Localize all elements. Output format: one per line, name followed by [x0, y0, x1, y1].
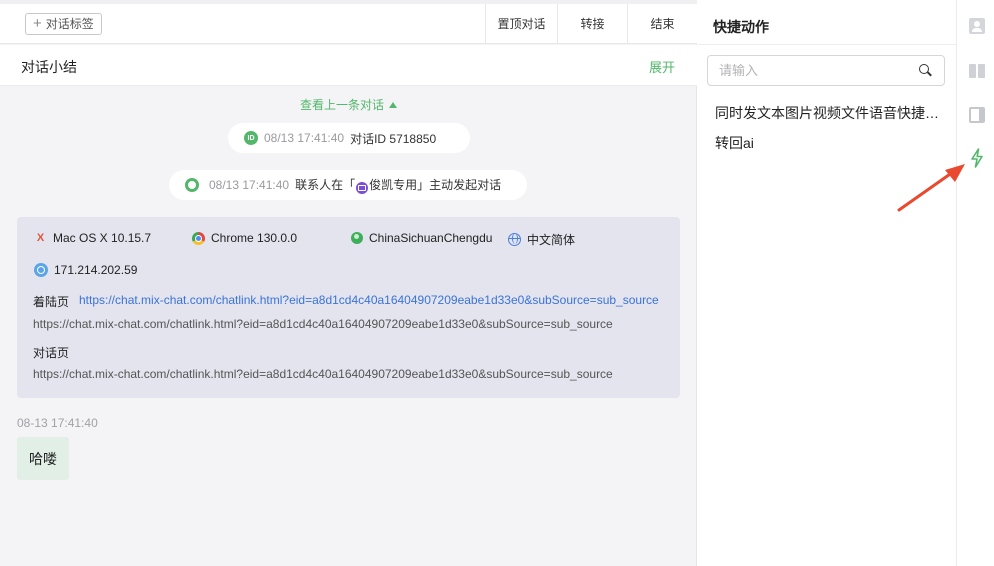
- end-conversation-button[interactable]: 结束: [627, 4, 697, 44]
- system-message-prefix: 联系人在「: [295, 178, 356, 192]
- visitor-browser: Chrome 130.0.0: [192, 231, 297, 245]
- chat-page-label: 对话页: [33, 346, 70, 360]
- channel-icon: [356, 182, 369, 194]
- knowledge-book-icon[interactable]: [969, 63, 985, 79]
- transfer-button[interactable]: 转接: [557, 4, 627, 44]
- quick-actions-panel: 快捷动作 同时发文本图片视频文件语音快捷动作 转回ai: [698, 0, 957, 566]
- landing-page-link[interactable]: https://chat.mix-chat.com/chatlink.html?…: [79, 293, 663, 307]
- summary-expand-link[interactable]: 展开: [649, 57, 675, 76]
- status-ring-icon: [185, 178, 199, 192]
- plus-icon: +: [33, 15, 42, 32]
- quick-actions-title: 快捷动作: [713, 19, 769, 35]
- contact-card-icon[interactable]: [969, 18, 985, 34]
- conversation-summary: 对话小结 展开: [0, 45, 697, 86]
- quick-action-item[interactable]: 同时发文本图片视频文件语音快捷动作: [715, 103, 943, 123]
- side-panel-icon[interactable]: [969, 107, 985, 123]
- system-message-contact-initiated: 08/13 17:41:40 联系人在「 俊凯专用」主动发起对话: [169, 170, 527, 200]
- id-icon: ID: [244, 131, 258, 145]
- system-message-text: 联系人在「 俊凯专用」主动发起对话: [295, 176, 501, 194]
- toolbar-actions: 置顶对话 转接 结束: [485, 4, 697, 44]
- language-value: 中文简体: [527, 233, 576, 247]
- system-message-time: 08/13 17:41:40: [264, 131, 345, 145]
- conversation-toolbar: + 对话标签 置顶对话 转接 结束: [0, 0, 697, 44]
- view-previous-conversation-link[interactable]: 查看上一条对话: [0, 96, 697, 113]
- landing-page-url: https://chat.mix-chat.com/chatlink.html?…: [33, 317, 613, 331]
- divider: [698, 44, 957, 45]
- location-value: ChinaSichuanChengdu: [369, 231, 493, 245]
- annotation-arrow: [897, 164, 965, 212]
- chrome-icon: [192, 231, 205, 245]
- system-message-text: 对话ID 5718850: [350, 131, 437, 146]
- search-icon[interactable]: [919, 64, 932, 77]
- visitor-location: ChinaSichuanChengdu: [351, 231, 492, 245]
- quick-action-item[interactable]: 转回ai: [715, 133, 943, 153]
- conversation-panel: + 对话标签 置顶对话 转接 结束 对话小结 展开 查看上一条对话 ID 08/…: [0, 0, 697, 566]
- caret-up-icon: [389, 102, 397, 108]
- message-timestamp: 08-13 17:41:40: [17, 416, 98, 430]
- os-icon: X: [36, 232, 45, 244]
- system-message-conversation-id: ID 08/13 17:41:40 对话ID 5718850: [228, 123, 470, 153]
- visitor-info-card: X Mac OS X 10.15.7 Chrome 130.0.0 ChinaS…: [17, 217, 680, 398]
- summary-title: 对话小结: [21, 59, 77, 75]
- system-message-suffix: 」主动发起对话: [417, 178, 502, 192]
- lightning-icon[interactable]: [969, 148, 985, 168]
- location-icon: [351, 232, 363, 244]
- browser-value: Chrome 130.0.0: [211, 231, 298, 245]
- add-tag-label: 对话标签: [45, 17, 94, 31]
- landing-page-label: 着陆页: [33, 295, 70, 309]
- quick-actions-search: [707, 55, 945, 86]
- visitor-ip: 171.214.202.59: [34, 263, 137, 277]
- pin-conversation-button[interactable]: 置顶对话: [485, 4, 557, 44]
- add-tag-button[interactable]: + 对话标签: [25, 13, 102, 35]
- previous-link-label: 查看上一条对话: [299, 98, 384, 112]
- lightning-icon-graphic: [971, 148, 983, 168]
- system-message-time: 08/13 17:41:40: [209, 178, 290, 192]
- ip-value: 171.214.202.59: [54, 263, 138, 277]
- visitor-os: X Mac OS X 10.15.7: [34, 231, 151, 245]
- os-value: Mac OS X 10.15.7: [53, 231, 152, 245]
- side-icon-rail: [958, 0, 994, 566]
- quick-actions-search-input[interactable]: [708, 56, 908, 85]
- ip-icon: [34, 263, 48, 277]
- visitor-language: 中文简体: [508, 231, 575, 248]
- channel-name: 俊凯专用: [369, 178, 418, 192]
- chat-page-url: https://chat.mix-chat.com/chatlink.html?…: [33, 367, 613, 381]
- globe-icon: [508, 233, 521, 246]
- visitor-message-bubble: 哈喽: [17, 437, 69, 480]
